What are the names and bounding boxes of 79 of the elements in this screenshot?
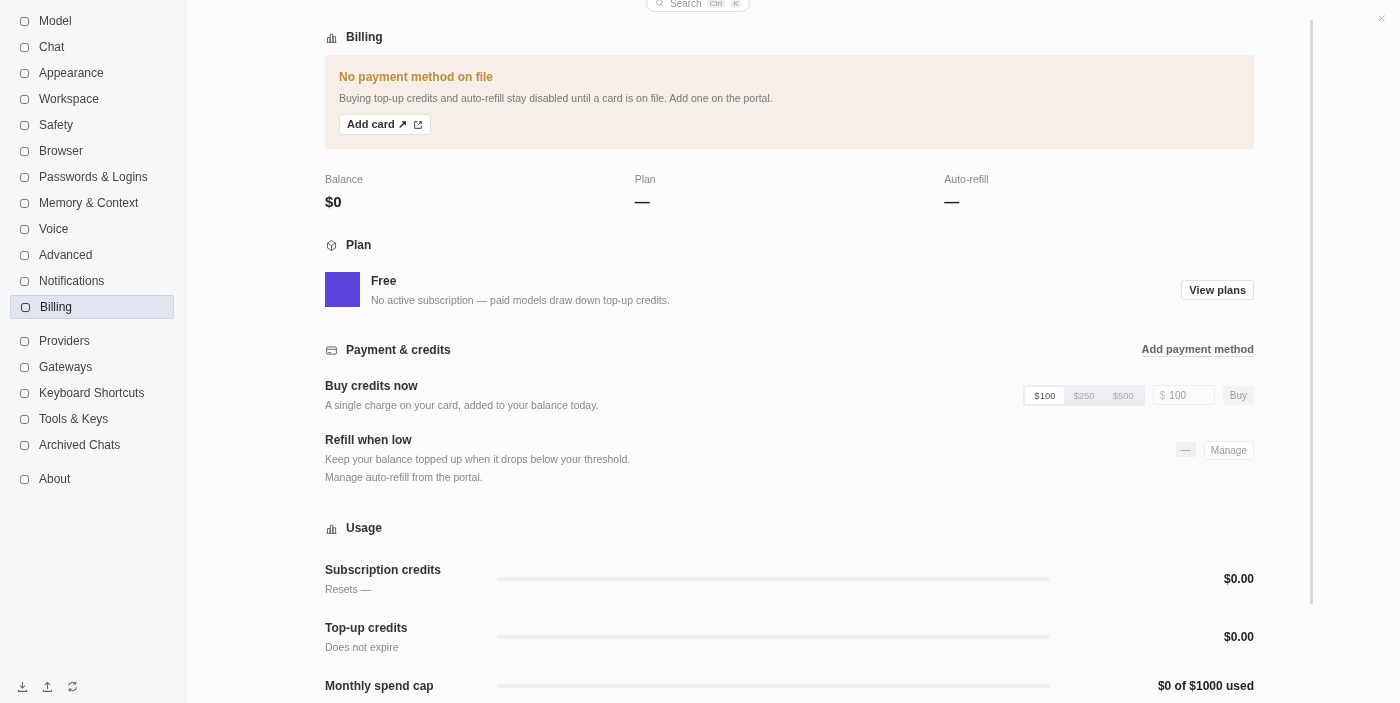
sidebar-item[interactable]: Browser <box>10 139 174 163</box>
row-title: Refill when low <box>325 433 413 447</box>
usage-amount: $0.00 <box>1222 572 1254 586</box>
sidebar-item[interactable]: Billing <box>10 295 174 319</box>
menu-item-icon <box>18 248 31 262</box>
stat-label: Auto-refill <box>944 173 990 185</box>
view-plans-button[interactable]: View plans <box>1181 279 1254 300</box>
menu-item-icon <box>18 438 31 452</box>
sidebar-item[interactable]: Archived Chats <box>10 433 174 457</box>
alert-title: No payment method on file <box>339 70 494 84</box>
menu-item-icon <box>18 196 31 210</box>
menu-item-icon <box>18 274 31 288</box>
add-card-button[interactable]: Add card ↗ <box>339 114 431 135</box>
sidebar-item[interactable]: Voice <box>10 217 174 241</box>
menu-item-icon <box>18 66 31 80</box>
cube-icon <box>325 238 338 252</box>
usage-title: Subscription credits <box>325 563 443 577</box>
sidebar-item[interactable]: Tools & Keys <box>10 407 174 431</box>
upload-icon[interactable] <box>41 680 54 693</box>
menu-item-icon <box>18 472 31 486</box>
usage-amount: $0.00 <box>1222 630 1254 644</box>
section-title: Billing <box>346 30 383 44</box>
add-payment-method-link[interactable]: Add payment method <box>1141 343 1254 357</box>
sidebar-item[interactable]: About <box>10 467 174 491</box>
sidebar-item[interactable]: Passwords & Logins <box>10 165 174 189</box>
plan-name: Free <box>371 273 398 288</box>
row-description: A single charge on your card, added to your balance today. <box>325 399 600 411</box>
menu-item-icon <box>18 386 31 400</box>
stat-value: — <box>944 193 961 210</box>
sidebar-item[interactable]: Workspace <box>10 87 174 111</box>
refresh-icon[interactable] <box>66 680 79 693</box>
menu-item-icon <box>18 92 31 106</box>
sidebar-item[interactable]: Gateways <box>10 355 174 379</box>
usage-amount: $0 of $1000 used <box>1156 679 1254 693</box>
row-title: Buy credits now <box>325 379 419 393</box>
menu-item-icon <box>18 40 31 54</box>
usage-note: Resets — <box>325 583 373 595</box>
plan-image <box>325 272 360 307</box>
menu-item-icon <box>18 170 31 184</box>
sidebar-item[interactable]: Model <box>10 9 174 33</box>
sidebar-item[interactable]: Memory & Context <box>10 191 174 215</box>
stat-value: — <box>634 193 651 210</box>
shortcut-key: K <box>730 0 742 8</box>
menu-item-icon <box>18 118 31 132</box>
search-icon <box>655 0 665 8</box>
sidebar-item[interactable]: Safety <box>10 113 174 137</box>
usage-title: Top-up credits <box>325 621 409 635</box>
sidebar-item[interactable]: Appearance <box>10 61 174 85</box>
download-icon[interactable] <box>16 680 29 693</box>
sidebar-item[interactable]: Providers <box>10 329 174 353</box>
amount-option[interactable]: $100 <box>1025 386 1065 404</box>
section-title: Usage <box>346 521 383 535</box>
sidebar-item[interactable]: Advanced <box>10 243 174 267</box>
shortcut-key: Ctrl <box>706 0 726 8</box>
stat-label: Balance <box>325 173 364 185</box>
sidebar-item[interactable]: Keyboard Shortcuts <box>10 381 174 405</box>
menu-item-icon <box>18 360 31 374</box>
alert-text: Buying top-up credits and auto-refill stay disabled until a card is on file. Add one on the portal. <box>339 92 774 104</box>
stat-value: $0 <box>325 193 343 210</box>
sidebar-item[interactable]: Chat <box>10 35 174 59</box>
row-description: Manage auto-refill from the portal. <box>325 471 484 483</box>
menu-item-icon <box>19 300 32 314</box>
scrollbar[interactable] <box>1310 20 1313 604</box>
usage-note: Does not expire <box>325 641 400 653</box>
plan-description: No active subscription — paid models draw down top-up credits. <box>371 293 671 306</box>
section-title: Payment & credits <box>346 343 452 357</box>
credit-card-icon <box>325 343 338 357</box>
external-link-icon <box>412 119 423 130</box>
section-title: Plan <box>346 238 372 252</box>
menu-item-icon <box>18 334 31 348</box>
menu-item-icon <box>18 222 31 236</box>
menu-item-icon <box>18 14 31 28</box>
usage-title: Monthly spend cap <box>325 679 435 693</box>
row-description: Keep your balance topped up when it drops below your threshold. <box>325 453 632 465</box>
stat-label: Plan <box>634 173 657 185</box>
menu-item-icon <box>18 144 31 158</box>
sidebar-item[interactable]: Notifications <box>10 269 174 293</box>
menu-item-icon <box>18 412 31 426</box>
refill-status: — <box>1175 442 1196 457</box>
